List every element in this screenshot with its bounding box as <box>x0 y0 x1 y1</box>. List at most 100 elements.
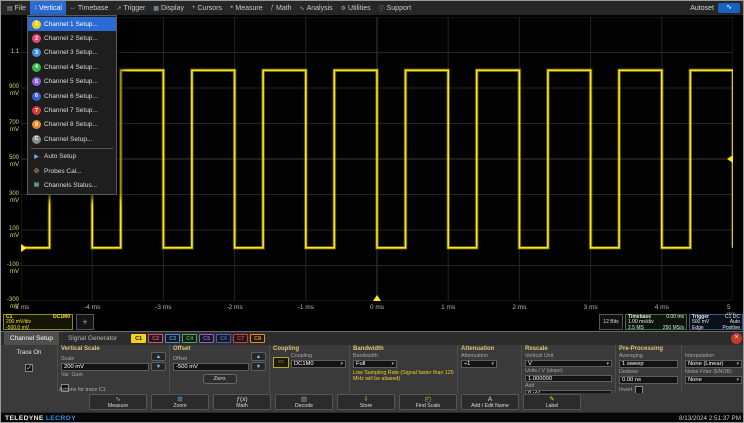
action-label-button[interactable]: ✎Label <box>523 394 581 410</box>
trace-on-checkbox[interactable] <box>25 364 33 372</box>
menu-item-channel-3-setup[interactable]: 3Channel 3 Setup... <box>28 46 116 60</box>
action-math-button[interactable]: ƒ(x)Math <box>213 394 271 410</box>
action-store-button[interactable]: ⇩Store <box>337 394 395 410</box>
c1-descriptor-box[interactable]: C1 DC1M0 200 mV/div -500.0 mV <box>3 314 73 330</box>
menu-item-channel-5-setup[interactable]: 5Channel 5 Setup... <box>28 75 116 89</box>
menu-support[interactable]: ⓘSupport <box>375 1 416 15</box>
menu-display[interactable]: ▦Display <box>149 1 188 15</box>
slope-label: Units / V (slope) <box>522 367 615 374</box>
menu-label: Vertical <box>39 5 62 12</box>
scale-value: 200 mV <box>64 364 84 370</box>
interpolation-dropdown[interactable]: None (Linear) <box>685 360 742 368</box>
channel-chip-c3[interactable]: C3 <box>165 334 180 343</box>
menu-item-channel-1-setup[interactable]: 1Channel 1 Setup... <box>28 17 116 31</box>
menu-item-channel-6-setup[interactable]: 6Channel 6 Setup... <box>28 89 116 103</box>
menu-item-channel-4-setup[interactable]: 4Channel 4 Setup... <box>28 60 116 74</box>
coupling-label: Coupling <box>291 352 346 359</box>
menu-item-channel-2-setup[interactable]: 2Channel 2 Setup... <box>28 31 116 45</box>
channel-6-setup-icon: 6 <box>32 92 41 101</box>
vertical-unit-dropdown[interactable]: V <box>525 360 612 367</box>
y-axis-label: 500 mV <box>1 155 19 169</box>
menu-item-channel-8-setup[interactable]: 8Channel 8 Setup... <box>28 118 116 132</box>
scale-decrease-button[interactable] <box>151 362 166 371</box>
menu-label: Display <box>161 5 184 12</box>
tab-signal-generator[interactable]: Signal Generator <box>62 332 123 345</box>
bandwidth-label: Bandwidth <box>350 352 457 359</box>
invert-checkbox[interactable] <box>635 386 643 393</box>
trigger-level-marker[interactable] <box>727 155 733 163</box>
probes-cal-icon: ◎ <box>32 167 41 176</box>
bits-indicator: 12 Bits <box>599 314 623 330</box>
cursors-menu-icon: + <box>192 5 196 11</box>
trigger-descriptor-box[interactable]: Trigger C1 DC 500 mV Auto Edge Positive <box>689 314 743 330</box>
menu-trigger[interactable]: ↗Trigger <box>112 1 149 15</box>
menu-item-probes-cal[interactable]: ◎Probes Cal... <box>28 164 116 178</box>
rescale-title: Rescale <box>522 345 615 352</box>
interpolation-section: Interpolation None (Linear) Noise Filter… <box>681 345 744 393</box>
menu-item-channel-setup[interactable]: CChannel Setup... <box>28 132 116 146</box>
channel-chip-c4[interactable]: C4 <box>182 334 197 343</box>
channel-chip-c7[interactable]: C7 <box>233 334 248 343</box>
zero-offset-button[interactable]: Zero <box>203 374 237 384</box>
close-dialog-icon[interactable] <box>731 333 742 344</box>
channel-7-setup-icon: 7 <box>32 106 41 115</box>
trigger-time-marker[interactable] <box>373 295 381 301</box>
menu-analysis[interactable]: ∿Analysis <box>296 1 337 15</box>
slope-field[interactable]: 1.000000 <box>525 375 612 382</box>
offset-increase-button[interactable] <box>251 352 266 361</box>
label-icon: ✎ <box>549 396 554 403</box>
noise-filter-dropdown[interactable]: None <box>685 376 742 384</box>
channel-3-setup-icon: 3 <box>32 48 41 57</box>
y-axis-label: 300 mV <box>1 191 19 205</box>
menu-math[interactable]: ƒMath <box>267 1 296 15</box>
menu-file[interactable]: ▤File <box>3 1 30 15</box>
measure-menu-icon: ⌖ <box>230 5 233 12</box>
add-trace-button[interactable]: + <box>76 314 94 330</box>
autoset-button[interactable]: Autoset <box>690 5 714 12</box>
x-axis-label: -5 ms <box>13 304 29 311</box>
menu-measure[interactable]: ⌖Measure <box>226 1 267 15</box>
timebase-position: 0.00 ms <box>666 315 684 320</box>
menu-vertical[interactable]: ↕Vertical <box>30 1 66 15</box>
vertical-scale-section: Vertical Scale Scale 200 mV Var. Gain <box>57 345 169 393</box>
offset-value: -500 mV <box>176 364 198 370</box>
channel-chip-c1[interactable]: C1 <box>131 334 146 343</box>
channel-chip-c2[interactable]: C2 <box>148 334 163 343</box>
offset-decrease-button[interactable] <box>251 362 266 371</box>
action-button-label: Measure <box>108 403 128 409</box>
add-field[interactable]: 0 μV <box>525 390 612 393</box>
slope-value: 1.000000 <box>528 376 552 382</box>
coupling-value: DC1M0 <box>294 361 314 367</box>
averaging-field[interactable]: 1 sweep <box>619 360 678 368</box>
vertical-unit-value: V <box>528 361 532 367</box>
menu-timebase[interactable]: ↔Timebase <box>66 1 112 15</box>
action-add-edit-name-button[interactable]: AAdd / Edit Name <box>461 394 519 410</box>
channel-4-setup-icon: 4 <box>32 63 41 72</box>
timebase-descriptor-box[interactable]: Timebase 0.00 ms 1.00 ms/div 2.5 MS 250 … <box>625 314 687 330</box>
action-measure-button[interactable]: ∿Measure <box>89 394 147 410</box>
vertical-dropdown-menu: 1Channel 1 Setup...2Channel 2 Setup...3C… <box>27 15 117 195</box>
menu-cursors[interactable]: +Cursors <box>188 1 226 15</box>
c1-zero-level-marker[interactable] <box>21 244 27 252</box>
scale-increase-button[interactable] <box>151 352 166 361</box>
menu-item-auto-setup[interactable]: ▶Auto Setup <box>28 150 116 164</box>
channel-chip-c6[interactable]: C6 <box>216 334 231 343</box>
offset-value-field[interactable]: -500 mV <box>173 363 249 371</box>
channel-chip-c8[interactable]: C8 <box>250 334 265 343</box>
channel-chip-c5[interactable]: C5 <box>199 334 214 343</box>
action-decode-button[interactable]: ▥Decode <box>275 394 333 410</box>
coupling-dropdown[interactable]: DC1M0 <box>291 360 346 368</box>
scale-value-field[interactable]: 200 mV <box>61 363 149 371</box>
channel-setup-dialog: Channel Setup Signal Generator C1C2C3C4C… <box>1 331 744 412</box>
bandwidth-dropdown[interactable]: Full <box>353 360 397 368</box>
action-find-scale-button[interactable]: ◰Find Scale <box>399 394 457 410</box>
deskew-field[interactable]: 0.00 ns <box>619 376 678 384</box>
action-zoom-button[interactable]: ⊞Zoom <box>151 394 209 410</box>
attenuation-dropdown[interactable]: ÷1 <box>461 360 497 368</box>
menu-item-label: Channel 8 Setup... <box>44 121 98 128</box>
menu-utilities[interactable]: ⚙Utilities <box>337 1 375 15</box>
menu-item-channel-7-setup[interactable]: 7Channel 7 Setup... <box>28 103 116 117</box>
menu-item-channels-status[interactable]: ▤Channels Status... <box>28 178 116 192</box>
tab-channel-setup[interactable]: Channel Setup <box>4 332 59 345</box>
y-axis-label: 900 mV <box>1 84 19 98</box>
